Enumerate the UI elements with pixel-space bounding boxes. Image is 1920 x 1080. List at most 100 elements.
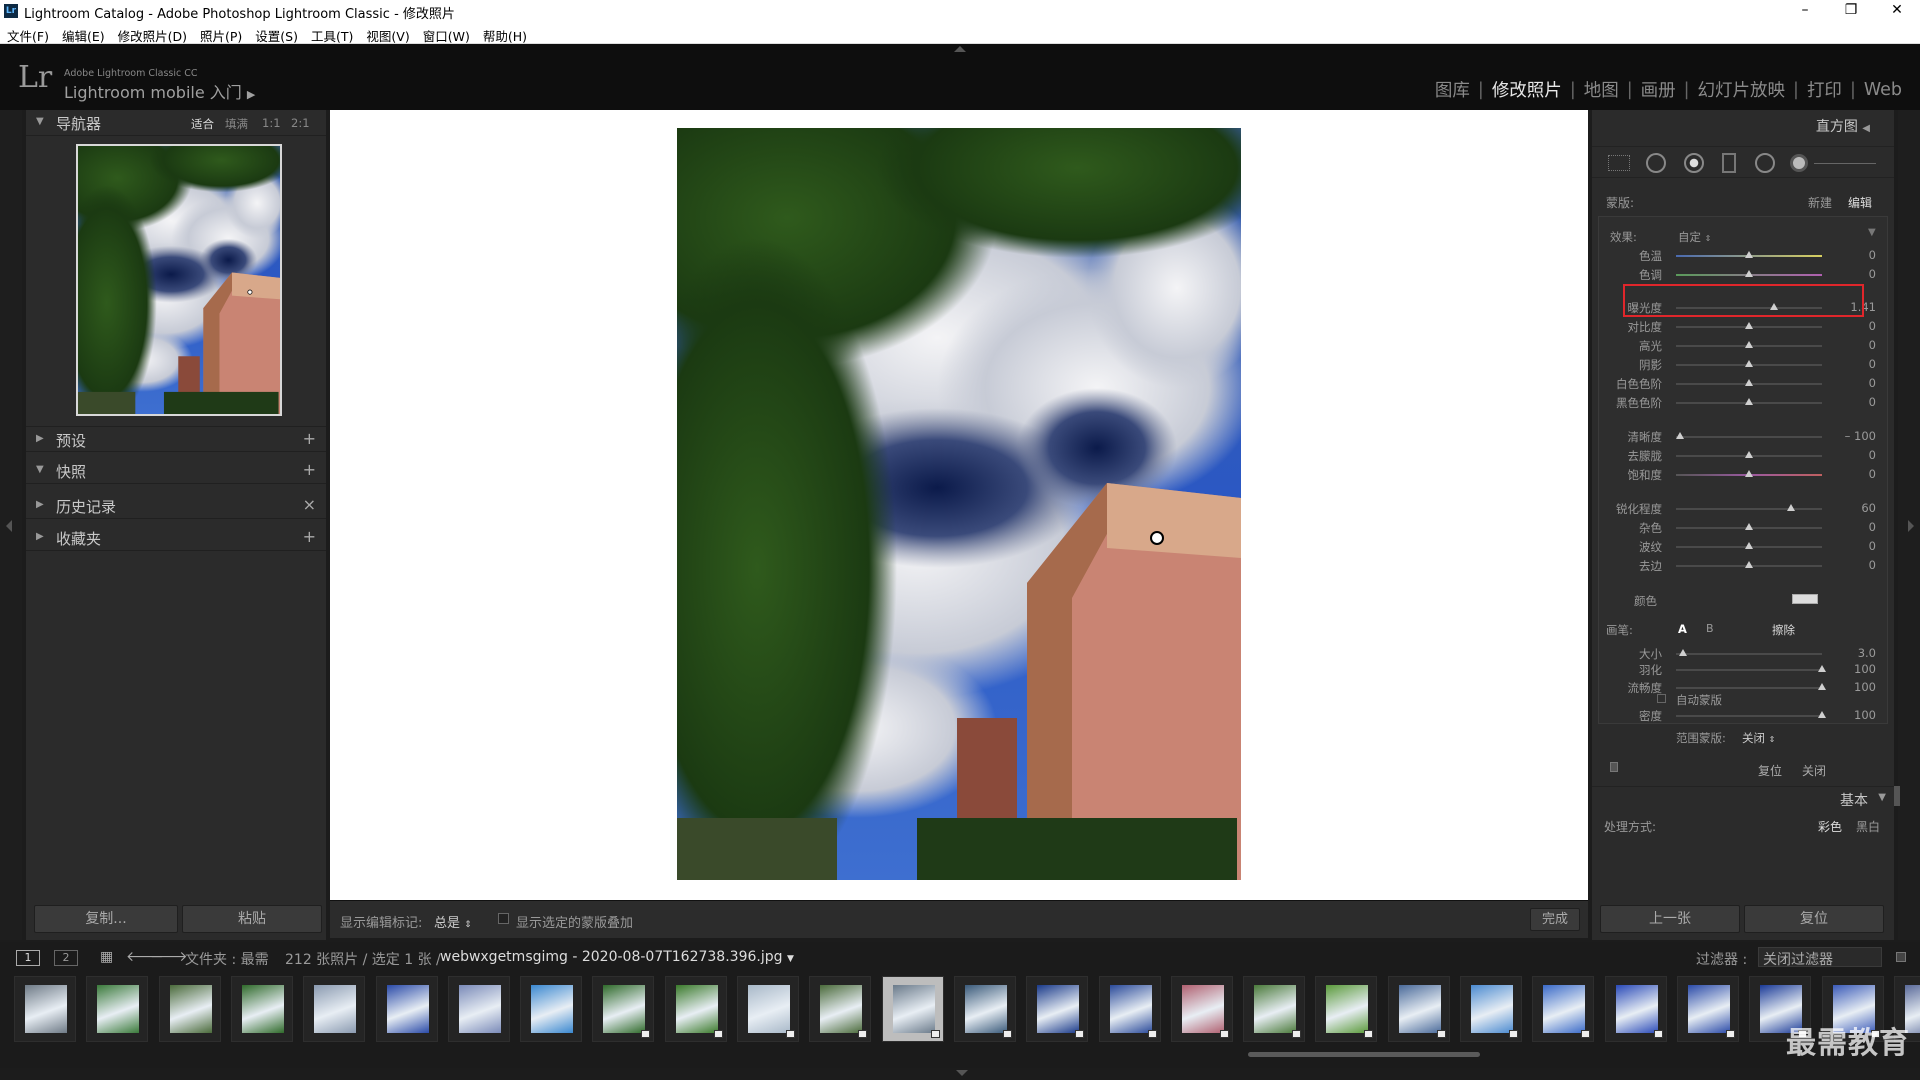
slider-value[interactable]: 3.0 (1858, 646, 1876, 660)
mask-overlay-checkbox[interactable] (498, 913, 509, 924)
slider-thumb[interactable] (1676, 432, 1685, 439)
reset-button[interactable]: 复位 (1744, 905, 1884, 933)
slider-track[interactable] (1676, 687, 1822, 689)
filmstrip-thumbnail[interactable] (1532, 976, 1595, 1042)
adjustment-brush-icon[interactable] (1790, 154, 1808, 172)
filmstrip-thumbnail[interactable] (14, 976, 76, 1042)
filmstrip-thumbnail[interactable] (375, 976, 438, 1042)
right-edge[interactable] (1898, 110, 1920, 940)
forward-arrow-icon[interactable]: 🡒 (150, 948, 188, 965)
source-label[interactable]: 文件夹 : 最需 (185, 949, 269, 969)
filmstrip-thumbnail[interactable] (592, 976, 655, 1042)
slider-value[interactable]: 0 (1869, 467, 1876, 481)
top-panel-toggle-icon[interactable] (954, 46, 966, 52)
filmstrip-thumbnail[interactable] (1604, 976, 1667, 1042)
navigator-preview[interactable] (76, 144, 282, 416)
slider-thumb[interactable] (1745, 523, 1753, 530)
slider-row[interactable]: 流畅度 100 (1592, 680, 1882, 696)
main-photo[interactable] (677, 128, 1241, 880)
menu-view[interactable]: 视图(V) (359, 22, 415, 45)
spot-removal-icon[interactable] (1646, 153, 1666, 173)
mobile-getting-started[interactable]: Lightroom mobile 入门 ▶ (64, 79, 255, 103)
show-edit-pins-dropdown[interactable]: 总是 ⇕ (434, 912, 472, 931)
grid-view-icon[interactable]: ▦ (100, 949, 113, 965)
slider-track[interactable] (1676, 436, 1822, 438)
slider-thumb[interactable] (1745, 251, 1753, 258)
slider-row[interactable]: 色温 0 (1592, 248, 1882, 264)
menu-settings[interactable]: 设置(S) (248, 22, 304, 45)
slider-value[interactable]: 100 (1854, 662, 1876, 676)
history-header[interactable]: ▶ 历史记录 × (26, 493, 326, 519)
red-eye-icon[interactable] (1684, 153, 1704, 173)
mask-new[interactable]: 新建 (1808, 194, 1832, 211)
mask-reset[interactable]: 复位 (1758, 762, 1782, 779)
presets-header[interactable]: ▶ 预设 + (26, 426, 326, 452)
slider-row[interactable]: 密度 100 (1592, 708, 1882, 724)
slider-value[interactable]: 100 (1854, 680, 1876, 694)
module-slideshow[interactable]: 幻灯片放映 (1690, 77, 1794, 102)
treatment-bw[interactable]: 黑白 (1856, 818, 1880, 835)
filmstrip-thumbnail[interactable] (953, 976, 1016, 1042)
zoom-1-1[interactable]: 1:1 (262, 116, 281, 130)
slider-value[interactable]: 100 (1854, 708, 1876, 722)
radial-filter-icon[interactable] (1755, 153, 1775, 173)
slider-track[interactable] (1676, 715, 1822, 717)
slider-thumb[interactable] (1745, 322, 1753, 329)
brush-b[interactable]: B (1706, 622, 1714, 635)
slider-value[interactable]: 60 (1861, 501, 1876, 515)
module-library[interactable]: 图库 (1427, 77, 1478, 102)
filmstrip-thumbnail[interactable] (1026, 976, 1089, 1042)
brush-erase[interactable]: 擦除 (1772, 622, 1795, 638)
previous-button[interactable]: 上一张 (1600, 905, 1740, 933)
auto-mask-checkbox[interactable] (1657, 694, 1666, 703)
color-swatch[interactable] (1792, 594, 1818, 604)
left-edge[interactable] (0, 110, 22, 940)
filmstrip-thumbnail[interactable] (1387, 976, 1450, 1042)
slider-track[interactable] (1676, 653, 1822, 655)
slider-row[interactable]: 去边 0 (1592, 558, 1882, 574)
slider-row[interactable]: 色调 0 (1592, 267, 1882, 283)
filmstrip-thumbnail[interactable] (1315, 976, 1378, 1042)
filmstrip-thumbnail[interactable] (664, 976, 727, 1042)
slider-row[interactable]: 阴影 0 (1592, 357, 1882, 373)
left-panel-toggle-icon[interactable] (6, 520, 12, 532)
slider-row[interactable]: 清晰度 – 100 (1592, 429, 1882, 445)
copy-button[interactable]: 复制... (34, 905, 178, 933)
slider-row[interactable]: 黑色色阶 0 (1592, 395, 1882, 411)
filmstrip-thumbnail[interactable] (1460, 976, 1522, 1042)
slider-thumb[interactable] (1787, 504, 1796, 511)
slider-thumb[interactable] (1745, 360, 1753, 367)
zoom-2-1[interactable]: 2:1 (291, 116, 310, 130)
menu-photo[interactable]: 照片(P) (193, 22, 248, 45)
filmstrip-thumbnail[interactable] (86, 976, 149, 1042)
slider-value[interactable]: 0 (1869, 376, 1876, 390)
slider-row[interactable]: 波纹 0 (1592, 539, 1882, 555)
range-mask-dropdown[interactable]: 关闭 ⇕ (1742, 730, 1775, 746)
basic-header[interactable]: 基本 ▼ (1592, 786, 1894, 809)
slider-row[interactable]: 白色色阶 0 (1592, 376, 1882, 392)
slider-value[interactable]: 0 (1869, 319, 1876, 333)
filter-lock-icon[interactable] (1896, 952, 1906, 962)
filter-dropdown[interactable]: 关闭过滤器 (1758, 947, 1882, 968)
add-snapshot-icon[interactable]: + (303, 460, 316, 479)
slider-value[interactable]: 0 (1869, 248, 1876, 262)
file-name[interactable]: webwxgetmsgimg - 2020-08-07T162738.396.j… (440, 949, 794, 965)
add-preset-icon[interactable]: + (303, 429, 316, 448)
navigator-header[interactable]: ▼ 导航器 适合 填满 1:1 2:1 (26, 110, 326, 136)
clear-history-icon[interactable]: × (303, 495, 316, 514)
slider-row[interactable]: 去朦胧 0 (1592, 448, 1882, 464)
slider-thumb[interactable] (1679, 649, 1688, 656)
filmstrip-thumbnail[interactable] (447, 976, 510, 1042)
menu-develop[interactable]: 修改照片(D) (111, 22, 193, 45)
right-panel-toggle-icon[interactable] (1908, 520, 1914, 532)
close-window-button[interactable]: ✕ (1874, 0, 1920, 22)
menu-help[interactable]: 帮助(H) (476, 22, 533, 45)
slider-value[interactable]: 0 (1869, 520, 1876, 534)
slider-value[interactable]: – 100 (1845, 429, 1876, 443)
slider-row[interactable]: 对比度 0 (1592, 319, 1882, 335)
histogram-header[interactable]: 直方图 ◀ (1816, 116, 1870, 136)
slider-value[interactable]: 0 (1869, 448, 1876, 462)
snapshots-header[interactable]: ▼ 快照 + (26, 458, 326, 484)
slider-row[interactable]: 饱和度 0 (1592, 467, 1882, 483)
slider-row[interactable]: 锐化程度 60 (1592, 501, 1882, 517)
